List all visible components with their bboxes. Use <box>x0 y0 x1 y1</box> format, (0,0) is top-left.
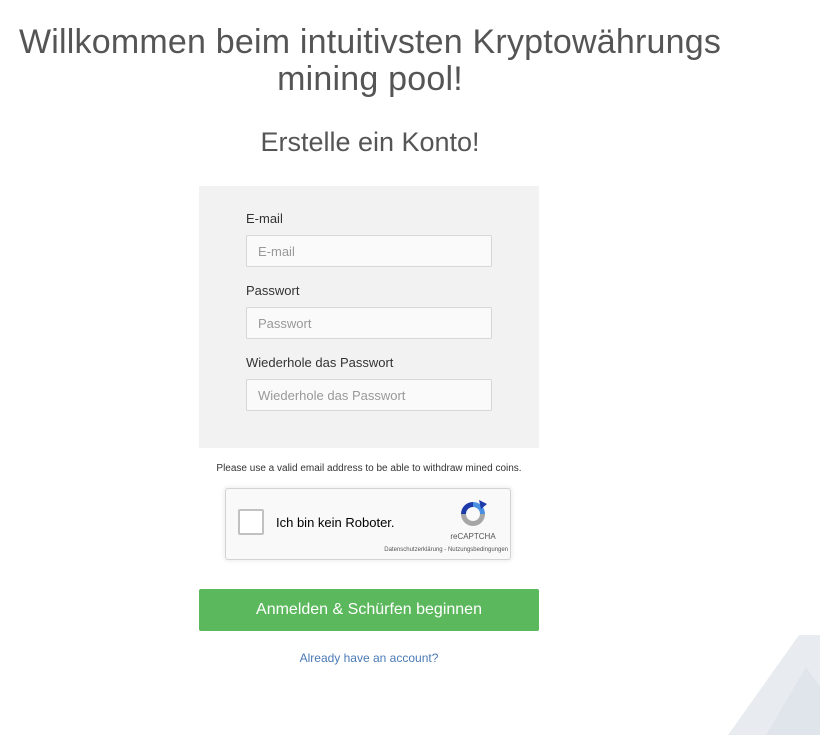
captcha-label: Ich bin kein Roboter. <box>276 515 395 530</box>
page-headline: Willkommen beim intuitivsten Kryptowähru… <box>18 23 722 98</box>
captcha-checkbox[interactable] <box>238 509 264 535</box>
email-notice: Please use a valid email address to be a… <box>216 463 522 474</box>
captcha-brand: reCAPTCHA <box>450 532 496 541</box>
password-label: Passwort <box>246 283 300 298</box>
password-repeat-label: Wiederhole das Passwort <box>246 355 394 370</box>
email-label: E-mail <box>246 211 283 226</box>
page-subheadline: Erstelle ein Konto! <box>260 127 480 157</box>
password-field[interactable] <box>246 307 492 339</box>
email-field[interactable] <box>246 235 492 267</box>
recaptcha-widget: Ich bin kein Roboter. reCAPTCHA Datensch… <box>225 488 511 560</box>
recaptcha-logo-icon <box>461 500 487 526</box>
login-link[interactable]: Already have an account? <box>199 651 539 666</box>
password-repeat-field[interactable] <box>246 379 492 411</box>
captcha-privacy-links[interactable]: Datenschutzerklärung - Nutzungsbedingung… <box>326 546 508 554</box>
signup-button[interactable]: Anmelden & Schürfen beginnen <box>199 589 539 631</box>
signup-form-panel: E-mail Passwort Wiederhole das Passwort <box>199 186 539 448</box>
background-shape <box>728 635 820 735</box>
